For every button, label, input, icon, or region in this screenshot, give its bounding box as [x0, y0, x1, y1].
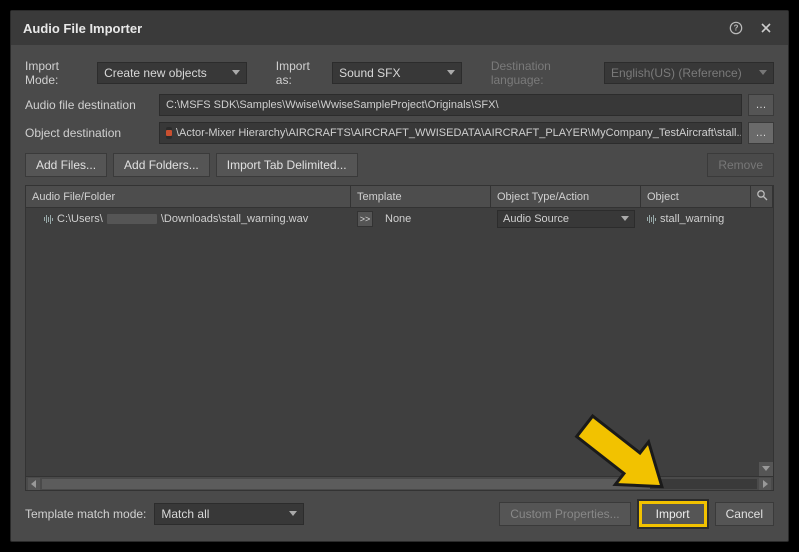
chevron-down-icon	[447, 70, 455, 76]
add-folders-label: Add Folders...	[124, 158, 199, 172]
template-match-dropdown[interactable]: Match all	[154, 503, 304, 525]
dest-language-value: English(US) (Reference)	[611, 66, 742, 80]
audio-source-icon	[647, 214, 656, 224]
col-header-type[interactable]: Object Type/Action	[491, 186, 641, 207]
import-tab-label: Import Tab Delimited...	[227, 158, 347, 172]
audio-file-dest-browse-button[interactable]: …	[748, 94, 774, 116]
object-type-value: Audio Source	[503, 213, 569, 225]
custom-properties-label: Custom Properties...	[510, 507, 619, 521]
chevron-down-icon	[232, 70, 240, 76]
audio-file-dest-field[interactable]: C:\MSFS SDK\Samples\Wwise\WwiseSamplePro…	[159, 94, 742, 116]
file-path-prefix: C:\Users\	[57, 213, 103, 225]
scroll-down-button[interactable]	[759, 462, 773, 476]
search-icon	[756, 189, 768, 204]
import-mode-value: Create new objects	[104, 66, 207, 80]
remove-button: Remove	[707, 153, 774, 177]
cancel-label: Cancel	[726, 507, 763, 521]
audio-file-dest-path: C:\MSFS SDK\Samples\Wwise\WwiseSamplePro…	[166, 99, 499, 111]
close-icon[interactable]	[756, 18, 776, 38]
table-row[interactable]: C:\Users\ \Downloads\stall_warning.wav >>…	[26, 208, 773, 230]
custom-properties-button[interactable]: Custom Properties...	[499, 502, 630, 526]
add-files-button[interactable]: Add Files...	[25, 153, 107, 177]
horizontal-scrollbar[interactable]	[26, 476, 773, 490]
add-files-label: Add Files...	[36, 158, 96, 172]
audio-file-icon	[44, 214, 53, 224]
table-body: C:\Users\ \Downloads\stall_warning.wav >>…	[26, 208, 773, 476]
cell-file: C:\Users\ \Downloads\stall_warning.wav	[26, 213, 351, 225]
actor-mixer-icon	[166, 127, 172, 139]
import-as-label: Import as:	[276, 59, 324, 87]
file-path-suffix: \Downloads\stall_warning.wav	[161, 213, 308, 225]
import-mode-label: Import Mode:	[25, 59, 89, 87]
add-folders-button[interactable]: Add Folders...	[113, 153, 210, 177]
action-button-row: Add Files... Add Folders... Import Tab D…	[25, 147, 774, 183]
audio-file-dest-label: Audio file destination	[25, 98, 153, 112]
import-tab-delimited-button[interactable]: Import Tab Delimited...	[216, 153, 358, 177]
template-match-value: Match all	[161, 507, 209, 521]
object-dest-path: \Actor-Mixer Hierarchy\AIRCRAFTS\AIRCRAF…	[176, 127, 742, 139]
top-options-row: Import Mode: Create new objects Import a…	[25, 55, 774, 91]
object-dest-field[interactable]: \Actor-Mixer Hierarchy\AIRCRAFTS\AIRCRAF…	[159, 122, 742, 144]
help-icon[interactable]: ?	[726, 18, 746, 38]
scrollbar-thumb[interactable]	[42, 479, 650, 489]
cell-template[interactable]: None	[379, 213, 491, 225]
import-as-dropdown[interactable]: Sound SFX	[332, 62, 462, 84]
scrollbar-track[interactable]	[42, 479, 757, 489]
expand-button[interactable]: >>	[357, 211, 373, 227]
audio-file-dest-row: Audio file destination C:\MSFS SDK\Sampl…	[25, 91, 774, 119]
object-name: stall_warning	[660, 213, 724, 225]
cell-type[interactable]: Audio Source	[491, 210, 641, 228]
ellipsis-icon: …	[756, 127, 767, 139]
template-match-label: Template match mode:	[25, 507, 146, 521]
dest-language-dropdown: English(US) (Reference)	[604, 62, 774, 84]
object-dest-browse-button[interactable]: …	[748, 122, 774, 144]
object-type-dropdown[interactable]: Audio Source	[497, 210, 635, 228]
remove-label: Remove	[718, 158, 763, 172]
col-header-template[interactable]: Template	[351, 186, 491, 207]
import-button[interactable]: Import	[639, 501, 707, 527]
object-dest-label: Object destination	[25, 126, 153, 140]
chevron-down-icon	[621, 216, 629, 222]
dest-language-label: Destination language:	[491, 59, 596, 87]
audio-file-importer-window: Audio File Importer ? Import Mode: Creat…	[10, 10, 789, 542]
cell-expand[interactable]: >>	[351, 211, 379, 227]
cell-object[interactable]: stall_warning	[641, 213, 773, 225]
col-header-file[interactable]: Audio File/Folder	[26, 186, 351, 207]
import-as-value: Sound SFX	[339, 66, 400, 80]
table-header: Audio File/Folder Template Object Type/A…	[26, 186, 773, 208]
svg-text:?: ?	[734, 24, 739, 33]
import-mode-dropdown[interactable]: Create new objects	[97, 62, 247, 84]
col-header-search[interactable]	[751, 186, 773, 207]
object-dest-row: Object destination \Actor-Mixer Hierarch…	[25, 119, 774, 147]
scroll-right-button[interactable]	[759, 478, 771, 490]
chevron-down-icon	[759, 70, 767, 76]
import-table: Audio File/Folder Template Object Type/A…	[25, 185, 774, 491]
footer-row: Template match mode: Match all Custom Pr…	[25, 491, 774, 527]
chevron-down-icon	[289, 511, 297, 517]
scroll-left-button[interactable]	[28, 478, 40, 490]
titlebar: Audio File Importer ?	[11, 11, 788, 45]
chevron-right-icon: >>	[360, 214, 371, 224]
ellipsis-icon: …	[756, 99, 767, 111]
col-header-object[interactable]: Object	[641, 186, 751, 207]
window-title: Audio File Importer	[23, 21, 142, 36]
redacted-segment	[107, 214, 157, 224]
import-label: Import	[656, 507, 690, 521]
cancel-button[interactable]: Cancel	[715, 502, 774, 526]
